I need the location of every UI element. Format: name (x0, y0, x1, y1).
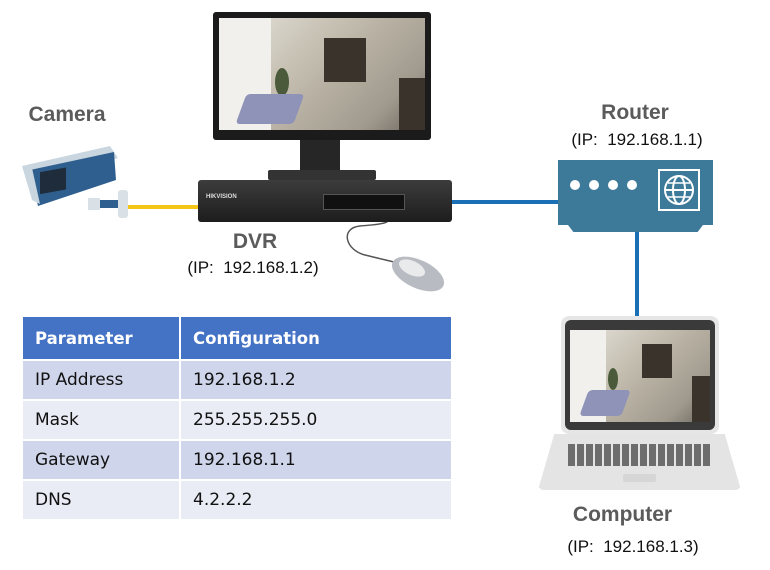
router-led (608, 180, 618, 190)
router-label: Router (601, 101, 669, 124)
parameter-cell: IP Address (23, 361, 181, 399)
laptop (561, 316, 719, 434)
dvr-front-panel (323, 194, 405, 210)
computer-ip-label: (IP: 192.168.1.3) (567, 537, 699, 556)
dvr-device: HIKVISION (198, 180, 452, 222)
parameter-cell: DNS (23, 481, 181, 519)
table-row: Gateway 192.168.1.1 (23, 441, 451, 479)
table-row: IP Address 192.168.1.2 (23, 361, 451, 399)
monitor-screen-feed (219, 18, 425, 130)
laptop-keyboard (568, 444, 711, 466)
camera-label: Camera (28, 103, 106, 126)
laptop-screen-feed (570, 330, 710, 422)
router-ip-label: (IP: 192.168.1.1) (571, 130, 703, 149)
config-table: Parameter Configuration IP Address 192.1… (23, 315, 451, 521)
column-header-configuration: Configuration (181, 317, 451, 359)
mouse-icon (391, 256, 445, 292)
monitor-stand (300, 140, 340, 174)
value-cell: 255.255.255.0 (181, 401, 451, 439)
laptop-touchpad (623, 474, 656, 482)
computer-label: Computer (572, 503, 673, 526)
value-cell: 192.168.1.1 (181, 441, 451, 479)
parameter-cell: Gateway (23, 441, 181, 479)
dvr-ip-label: (IP: 192.168.1.2) (187, 258, 319, 277)
router-led (589, 180, 599, 190)
table-row: Mask 255.255.255.0 (23, 401, 451, 439)
table-row: DNS 4.2.2.2 (23, 481, 451, 519)
dvr-label: DVR (232, 230, 278, 253)
value-cell: 4.2.2.2 (181, 481, 451, 519)
router-led (570, 180, 580, 190)
cctv-camera-icon (22, 146, 128, 218)
laptop-keyboard-deck (538, 434, 741, 490)
laptop-bezel (565, 320, 715, 430)
column-header-parameter: Parameter (23, 317, 181, 359)
monitor (213, 12, 431, 140)
monitor-base (268, 170, 376, 180)
globe-icon (658, 169, 700, 211)
value-cell: 192.168.1.2 (181, 361, 451, 399)
router-device (558, 160, 713, 225)
router-led (627, 180, 637, 190)
dvr-brand-label: HIKVISION (206, 194, 237, 200)
parameter-cell: Mask (23, 401, 181, 439)
table-header-row: Parameter Configuration (23, 317, 451, 359)
router-base (568, 225, 703, 232)
